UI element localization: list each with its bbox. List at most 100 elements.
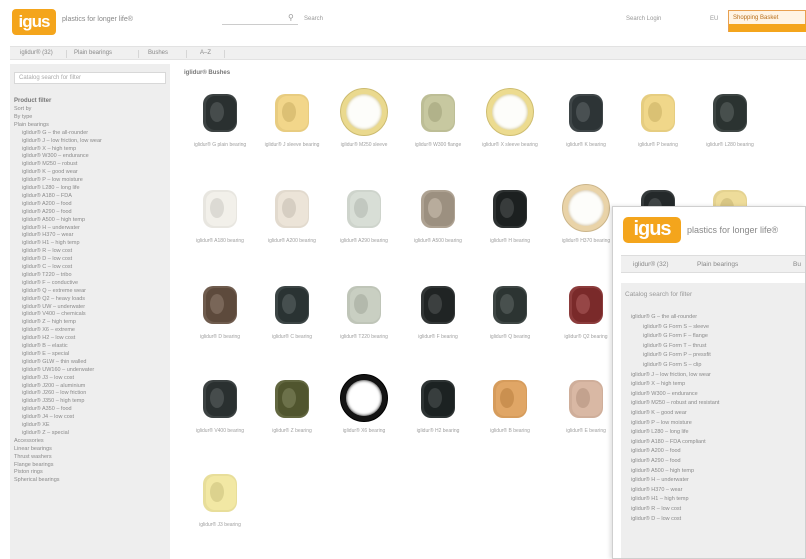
sidebar-item[interactable]: iglidur® H370 – wear: [22, 232, 73, 239]
product-image[interactable]: [480, 276, 540, 332]
sidebar-item[interactable]: iglidur® G – the all-rounder: [22, 130, 88, 137]
product-label[interactable]: iglidur® H2 bearing: [404, 428, 472, 434]
product-image[interactable]: [700, 84, 760, 140]
sidebar-item[interactable]: iglidur® X6 – extreme: [22, 327, 75, 334]
product-label[interactable]: iglidur® A180 bearing: [186, 238, 254, 244]
product-label[interactable]: iglidur® F bearing: [404, 334, 472, 340]
product-card[interactable]: iglidur® Z bearing: [258, 370, 326, 456]
product-label[interactable]: iglidur® J3 bearing: [186, 522, 254, 528]
product-image[interactable]: [190, 464, 250, 520]
product-image[interactable]: [262, 370, 322, 426]
sidebar-item[interactable]: iglidur® UW – underwater: [22, 304, 85, 311]
product-image[interactable]: [556, 180, 616, 236]
product-card[interactable]: iglidur® L280 bearing: [696, 84, 764, 170]
product-card[interactable]: iglidur® A180 bearing: [186, 180, 254, 266]
product-card[interactable]: iglidur® C bearing: [258, 276, 326, 362]
product-label[interactable]: iglidur® E bearing: [552, 428, 620, 434]
product-label[interactable]: iglidur® X sleeve bearing: [476, 142, 544, 148]
zoom-tab-iglidur[interactable]: iglidur® (32): [633, 261, 669, 268]
zoom-sidebar-item[interactable]: iglidur® R – low cost: [631, 505, 681, 513]
sidebar-item[interactable]: iglidur® V400 – chemicals: [22, 311, 86, 318]
product-image[interactable]: [556, 370, 616, 426]
product-card[interactable]: iglidur® W300 flange: [404, 84, 472, 170]
product-image[interactable]: [334, 276, 394, 332]
product-label[interactable]: iglidur® V400 bearing: [186, 428, 254, 434]
product-image[interactable]: [190, 370, 250, 426]
product-image[interactable]: [480, 84, 540, 140]
zoom-sidebar-item[interactable]: iglidur® X – high temp: [631, 380, 685, 388]
tab-plain-bearings[interactable]: Plain bearings: [74, 50, 112, 56]
product-card[interactable]: iglidur® G plain bearing: [186, 84, 254, 170]
zoom-sidebar-item[interactable]: iglidur® G Form F – flange: [643, 332, 708, 340]
zoom-sidebar-item[interactable]: iglidur® G Form P – pressfit: [643, 351, 711, 359]
sidebar-item[interactable]: iglidur® K – good wear: [22, 169, 78, 176]
sidebar-item[interactable]: iglidur® H2 – low cost: [22, 335, 75, 342]
product-label[interactable]: iglidur® M250 sleeve: [330, 142, 398, 148]
tab-iglidur[interactable]: iglidur® (32): [20, 50, 53, 56]
shopping-basket-button[interactable]: Shopping Basket: [728, 10, 806, 32]
product-card[interactable]: iglidur® H370 bearing: [552, 180, 620, 266]
sidebar-item[interactable]: iglidur® H – underwater: [22, 225, 80, 232]
product-label[interactable]: iglidur® A290 bearing: [330, 238, 398, 244]
sidebar-item[interactable]: Spherical bearings: [14, 477, 60, 484]
zoom-sidebar-item[interactable]: iglidur® H1 – high temp: [631, 495, 689, 503]
product-card[interactable]: iglidur® H bearing: [476, 180, 544, 266]
product-card[interactable]: iglidur® A200 bearing: [258, 180, 326, 266]
zoom-sidebar-item[interactable]: iglidur® A200 – food: [631, 447, 681, 455]
product-image[interactable]: [334, 370, 394, 426]
product-card[interactable]: iglidur® T220 bearing: [330, 276, 398, 362]
product-card[interactable]: iglidur® E bearing: [552, 370, 620, 456]
product-image[interactable]: [408, 276, 468, 332]
sidebar-item[interactable]: iglidur® C – low cost: [22, 264, 72, 271]
product-label[interactable]: iglidur® Z bearing: [258, 428, 326, 434]
product-card[interactable]: iglidur® A500 bearing: [404, 180, 472, 266]
zoom-sidebar-item[interactable]: iglidur® K – good wear: [631, 409, 687, 417]
sidebar-item[interactable]: iglidur® B – elastic: [22, 343, 68, 350]
product-image[interactable]: [408, 180, 468, 236]
sidebar-item[interactable]: iglidur® Z – high temp: [22, 319, 76, 326]
product-image[interactable]: [628, 84, 688, 140]
sidebar-item[interactable]: iglidur® A180 – FDA: [22, 193, 72, 200]
product-image[interactable]: [334, 180, 394, 236]
sidebar-item[interactable]: Piston rings: [14, 469, 43, 476]
product-label[interactable]: iglidur® T220 bearing: [330, 334, 398, 340]
sidebar-item[interactable]: Sort by: [14, 106, 31, 113]
product-label[interactable]: iglidur® L280 bearing: [696, 142, 764, 148]
product-image[interactable]: [408, 84, 468, 140]
product-card[interactable]: iglidur® X sleeve bearing: [476, 84, 544, 170]
igus-logo[interactable]: igus: [12, 9, 56, 35]
product-label[interactable]: iglidur® B bearing: [476, 428, 544, 434]
region-selector[interactable]: EU: [710, 16, 718, 22]
zoom-sidebar-item[interactable]: iglidur® J – low friction, low wear: [631, 371, 711, 379]
product-card[interactable]: iglidur® X6 bearing: [330, 370, 398, 456]
sidebar-item[interactable]: iglidur® E – special: [22, 351, 69, 358]
sidebar-item[interactable]: iglidur® L280 – long life: [22, 185, 80, 192]
zoom-sidebar-item[interactable]: iglidur® H370 – wear: [631, 486, 682, 494]
zoom-sidebar-item[interactable]: iglidur® G Form S – clip: [643, 361, 701, 369]
search-button[interactable]: Search: [304, 16, 323, 22]
zoom-sidebar-item[interactable]: iglidur® P – low moisture: [631, 419, 692, 427]
product-card[interactable]: iglidur® M250 sleeve: [330, 84, 398, 170]
product-label[interactable]: iglidur® C bearing: [258, 334, 326, 340]
product-label[interactable]: iglidur® K bearing: [552, 142, 620, 148]
zoom-sidebar-item[interactable]: iglidur® G – the all-rounder: [631, 313, 697, 321]
product-label[interactable]: iglidur® G plain bearing: [186, 142, 254, 148]
sidebar-item[interactable]: iglidur® W300 – endurance: [22, 153, 89, 160]
product-card[interactable]: iglidur® K bearing: [552, 84, 620, 170]
zoom-sidebar-item[interactable]: iglidur® W300 – endurance: [631, 390, 698, 398]
product-card[interactable]: iglidur® D bearing: [186, 276, 254, 362]
sidebar-item[interactable]: iglidur® J3 – low cost: [22, 375, 74, 382]
product-image[interactable]: [334, 84, 394, 140]
product-image[interactable]: [480, 370, 540, 426]
product-card[interactable]: iglidur® Q2 bearing: [552, 276, 620, 362]
product-card[interactable]: iglidur® H2 bearing: [404, 370, 472, 456]
product-label[interactable]: iglidur® A200 bearing: [258, 238, 326, 244]
product-label[interactable]: iglidur® A500 bearing: [404, 238, 472, 244]
sidebar-item[interactable]: iglidur® UW160 – underwater: [22, 367, 94, 374]
sidebar-item[interactable]: iglidur® T220 – tribo: [22, 272, 72, 279]
sidebar-item[interactable]: Plain bearings: [14, 122, 49, 129]
sidebar-item[interactable]: iglidur® XE: [22, 422, 50, 429]
zoom-sidebar-item[interactable]: iglidur® G Form T – thrust: [643, 342, 706, 350]
product-label[interactable]: iglidur® D bearing: [186, 334, 254, 340]
sidebar-item[interactable]: iglidur® Z – special: [22, 430, 69, 437]
